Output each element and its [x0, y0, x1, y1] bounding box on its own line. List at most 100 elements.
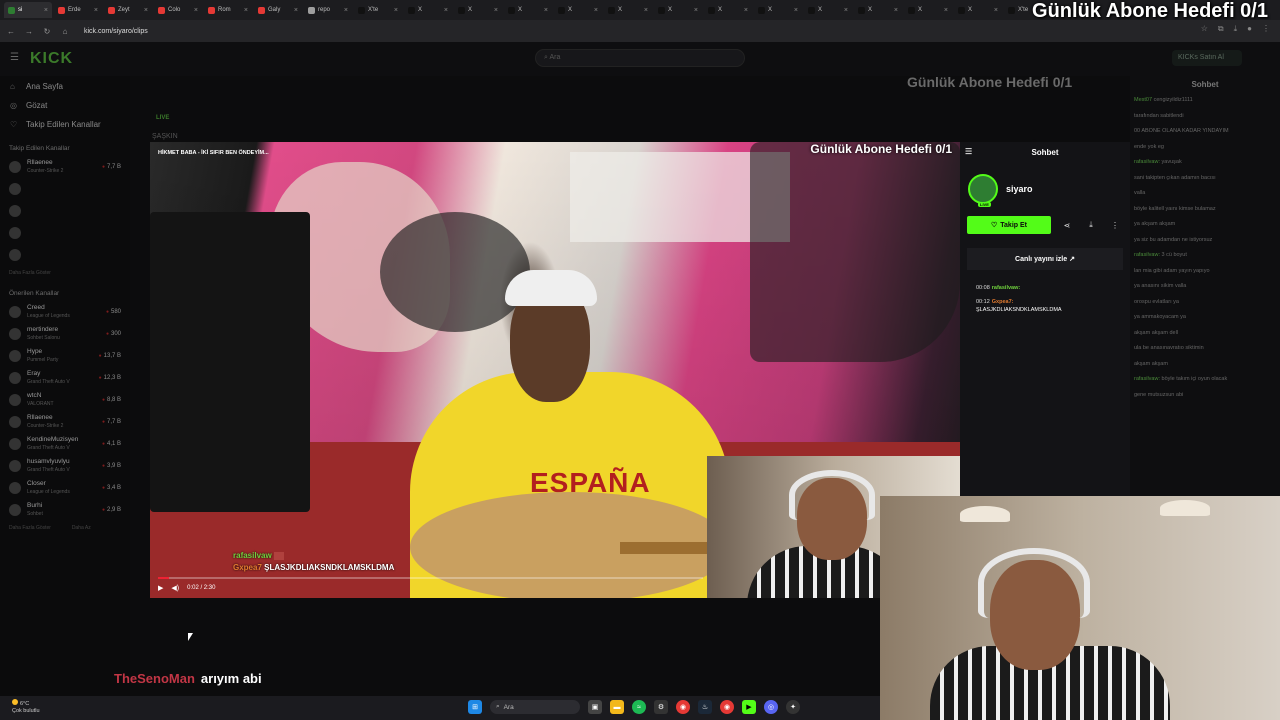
- channel-item[interactable]: husamvlyuvlyu Grand Theft Auto V 3,9 B: [0, 455, 130, 477]
- share-icon[interactable]: ⋖: [1059, 221, 1075, 230]
- buy-kicks-button[interactable]: KICKs Satın Al: [1172, 50, 1242, 66]
- chat-message: ya ammakoyacam ya: [1130, 314, 1280, 330]
- weather-widget[interactable]: 6°C Çok bulutlu: [12, 699, 40, 715]
- browser-tab[interactable]: X ×: [504, 2, 552, 18]
- channel-item[interactable]: wtcN VALORANT 8,8 B: [0, 389, 130, 411]
- sidebar-item[interactable]: ♡ Takip Edilen Kanallar: [10, 120, 120, 129]
- channel-item[interactable]: Eray Grand Theft Auto V 12,3 B: [0, 367, 130, 389]
- streamer-name[interactable]: siyaro: [1006, 184, 1033, 194]
- download-icon[interactable]: ⤓: [1234, 24, 1238, 34]
- discord-icon[interactable]: ◎: [764, 700, 778, 714]
- menu-icon[interactable]: ⋮: [1262, 24, 1270, 34]
- channel-item[interactable]: KendineMuzisyen Grand Theft Auto V 4,1 B: [0, 433, 130, 455]
- tab-close-icon[interactable]: ×: [444, 7, 448, 14]
- kick-logo[interactable]: KICK: [30, 50, 73, 68]
- channel-name: Creed: [27, 304, 45, 311]
- tab-close-icon[interactable]: ×: [994, 7, 998, 14]
- tab-close-icon[interactable]: ×: [894, 7, 898, 14]
- progress-bar[interactable]: [158, 577, 703, 579]
- tab-close-icon[interactable]: ×: [944, 7, 948, 14]
- tab-close-icon[interactable]: ×: [744, 7, 748, 14]
- browser-tab[interactable]: Erde ×: [54, 2, 102, 18]
- channel-item[interactable]: Burhi Sohbet 2,9 B: [0, 499, 130, 521]
- channel-item[interactable]: Hype Pummel Party 13,7 B: [0, 345, 130, 367]
- chrome-icon[interactable]: ◉: [676, 700, 690, 714]
- hamburger-menu-icon[interactable]: ☰: [10, 52, 19, 63]
- collapse-chat-icon[interactable]: ☰: [965, 147, 972, 156]
- show-more-link-2[interactable]: Daha Fazla Göster: [9, 525, 51, 531]
- taskbar-search[interactable]: ⌕ Ara: [490, 700, 580, 714]
- windows-start-icon[interactable]: ⊞: [468, 700, 482, 714]
- reload-icon[interactable]: ↻: [42, 27, 52, 36]
- tab-close-icon[interactable]: ×: [144, 7, 148, 14]
- follow-button[interactable]: ♡ Takip Et: [967, 216, 1051, 234]
- tab-label: X: [718, 7, 723, 13]
- site-info-icon[interactable]: ⌂: [60, 27, 70, 36]
- browser-tab[interactable]: Galy ×: [254, 2, 302, 18]
- channel-item[interactable]: Rllaenee Counter-Strike 2 7,7 B: [0, 411, 130, 433]
- volume-icon[interactable]: ◀): [171, 584, 179, 592]
- tab-close-icon[interactable]: ×: [494, 7, 498, 14]
- browser-tab[interactable]: X ×: [554, 2, 602, 18]
- kick-app-icon[interactable]: ▶: [742, 700, 756, 714]
- tab-close-icon[interactable]: ×: [44, 7, 48, 14]
- browser-tab[interactable]: Zeyt ×: [104, 2, 152, 18]
- channel-item[interactable]: Rllaenee Counter-Strike 2 7,7 B: [0, 156, 130, 178]
- play-icon[interactable]: ▶: [158, 584, 163, 592]
- tab-close-icon[interactable]: ×: [694, 7, 698, 14]
- tab-close-icon[interactable]: ×: [394, 7, 398, 14]
- extensions-icon[interactable]: ⧉: [1218, 24, 1224, 34]
- forward-icon[interactable]: →: [24, 27, 34, 36]
- show-less-link[interactable]: Daha Az: [72, 525, 91, 531]
- browser-tab[interactable]: X ×: [654, 2, 702, 18]
- browser-tab[interactable]: X ×: [454, 2, 502, 18]
- watch-live-button[interactable]: Canlı yayını izle ↗: [967, 248, 1123, 270]
- browser-tab[interactable]: X'te ×: [354, 2, 402, 18]
- browser-tab[interactable]: X ×: [804, 2, 852, 18]
- browser-tab[interactable]: X ×: [704, 2, 752, 18]
- bookmark-star-icon[interactable]: ☆: [1201, 24, 1208, 34]
- tab-close-icon[interactable]: ×: [94, 7, 98, 14]
- tab-close-icon[interactable]: ×: [544, 7, 548, 14]
- show-more-link[interactable]: Daha Fazla Göster: [0, 266, 130, 280]
- tab-close-icon[interactable]: ×: [594, 7, 598, 14]
- browser-tab[interactable]: X ×: [954, 2, 1002, 18]
- tab-close-icon[interactable]: ×: [294, 7, 298, 14]
- channel-item[interactable]: Closer League of Legends 3,4 B: [0, 477, 130, 499]
- settings-gear-icon[interactable]: ⚙: [654, 700, 668, 714]
- browser-tab[interactable]: X ×: [604, 2, 652, 18]
- tab-close-icon[interactable]: ×: [244, 7, 248, 14]
- browser-tab[interactable]: repo ×: [304, 2, 352, 18]
- avatar[interactable]: LIVE: [968, 174, 998, 207]
- browser-tab[interactable]: X ×: [404, 2, 452, 18]
- more-options-icon[interactable]: ⋮: [1107, 221, 1123, 230]
- tab-close-icon[interactable]: ×: [194, 7, 198, 14]
- app-icon[interactable]: ✦: [786, 700, 800, 714]
- tab-close-icon[interactable]: ×: [644, 7, 648, 14]
- task-view-icon[interactable]: ▣: [588, 700, 602, 714]
- browser-tab[interactable]: Rom ×: [204, 2, 252, 18]
- chrome-icon-2[interactable]: ◉: [720, 700, 734, 714]
- channel-name-block: Hype Pummel Party: [27, 348, 58, 364]
- tab-close-icon[interactable]: ×: [844, 7, 848, 14]
- file-explorer-icon[interactable]: ▬: [610, 700, 624, 714]
- browser-tab[interactable]: si ×: [4, 2, 52, 18]
- steam-icon[interactable]: ♨: [698, 700, 712, 714]
- spotify-icon[interactable]: ≈: [632, 700, 646, 714]
- tab-close-icon[interactable]: ×: [794, 7, 798, 14]
- channel-item[interactable]: Creed League of Legends 580: [0, 301, 130, 323]
- profile-icon[interactable]: ●: [1247, 24, 1252, 34]
- tab-close-icon[interactable]: ×: [344, 7, 348, 14]
- browser-tab[interactable]: X ×: [904, 2, 952, 18]
- chat-text: gene mutsuzsun abi: [1134, 391, 1184, 398]
- search-input[interactable]: ⌕ Ara: [535, 49, 745, 67]
- browser-tab[interactable]: X ×: [854, 2, 902, 18]
- browser-tab[interactable]: Colo ×: [154, 2, 202, 18]
- browser-tab[interactable]: X ×: [754, 2, 802, 18]
- back-icon[interactable]: ←: [6, 27, 16, 36]
- download-icon[interactable]: ⤓: [1083, 220, 1099, 230]
- sidebar-item[interactable]: ◎ Gözat: [10, 101, 120, 110]
- url-field[interactable]: kick.com/siyaro/clips: [84, 28, 148, 35]
- channel-item[interactable]: mertindere Sohbet Salonu 300: [0, 323, 130, 345]
- sidebar-item[interactable]: ⌂ Ana Sayfa: [10, 82, 120, 91]
